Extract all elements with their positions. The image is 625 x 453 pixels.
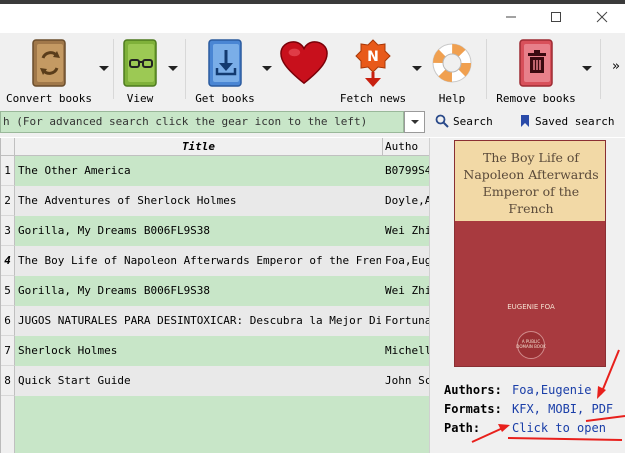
row-title: The Boy Life of Napoleon Afterwards Empe… xyxy=(18,254,381,267)
title-bar xyxy=(0,0,625,33)
view-glasses-icon xyxy=(115,36,165,90)
authors-row: Authors: Foa,Eugenie xyxy=(444,383,591,397)
table-row[interactable]: 5 Gorilla, My Dreams B006FL9S38 Wei Zhi xyxy=(1,276,429,306)
remove-books-button[interactable]: Remove books xyxy=(494,36,578,106)
authors-label: Authors: xyxy=(444,383,502,397)
row-author: Wei Zhi xyxy=(385,224,429,237)
book-cover-image[interactable]: The Boy Life of Napoleon Afterwards Empe… xyxy=(454,140,606,367)
close-icon[interactable] xyxy=(587,6,617,28)
row-title: Gorilla, My Dreams B006FL9S38 xyxy=(18,284,211,297)
row-author: Fortuna xyxy=(385,314,429,327)
search-icon xyxy=(435,114,449,128)
row-number: 5 xyxy=(1,276,15,306)
remove-books-icon xyxy=(511,36,561,90)
view-button[interactable]: View xyxy=(115,36,165,106)
row-author: B0799S4 xyxy=(385,164,429,177)
convert-books-icon xyxy=(24,36,74,90)
help-label: Help xyxy=(438,92,466,105)
help-lifebuoy-icon xyxy=(427,36,477,90)
table-row[interactable]: 6 JUGOS NATURALES PARA DESINTOXICAR: Des… xyxy=(1,306,429,336)
view-label: View xyxy=(126,92,154,105)
bookmark-icon xyxy=(521,115,529,127)
search-button-label: Search xyxy=(453,114,493,128)
get-books-icon xyxy=(200,36,250,90)
row-number-gutter xyxy=(1,396,15,453)
get-books-dropdown-icon[interactable] xyxy=(262,63,272,73)
row-number: 4 xyxy=(1,246,15,276)
table-row[interactable]: 8 Quick Start Guide John Sc xyxy=(1,366,429,396)
help-button[interactable]: Help xyxy=(427,36,477,106)
row-number: 6 xyxy=(1,306,15,336)
search-bar: h (For advanced search click the gear ic… xyxy=(0,107,625,137)
row-number-header xyxy=(1,138,15,156)
row-author: Doyle,A xyxy=(385,194,429,207)
fetch-news-icon: N xyxy=(348,36,398,90)
convert-books-dropdown-icon[interactable] xyxy=(99,63,109,73)
row-author: Foa,Eug xyxy=(385,254,429,267)
remove-books-label: Remove books xyxy=(496,92,576,105)
path-open-link[interactable]: Click to open xyxy=(512,421,606,435)
donate-heart-button[interactable] xyxy=(276,36,332,106)
main-toolbar: Convert books View Get books N Fetch new… xyxy=(0,33,625,107)
toolbar-separator xyxy=(185,39,186,99)
title-column-header[interactable]: Title xyxy=(15,138,383,156)
cover-author: EUGENIE FOA xyxy=(507,303,555,311)
maximize-icon[interactable] xyxy=(541,6,571,28)
saved-search-label: Saved search xyxy=(535,114,615,128)
get-books-label: Get books xyxy=(195,92,255,105)
formats-row: Formats: KFX, MOBI, PDF xyxy=(444,402,613,416)
row-title: The Other America xyxy=(18,164,131,177)
row-author: Wei Zhi xyxy=(385,284,429,297)
cover-seal-text: A PUBLIC DOMAIN BOOK xyxy=(516,339,546,349)
toolbar-separator xyxy=(113,39,114,99)
path-row: Path: Click to open xyxy=(444,421,606,435)
search-history-dropdown[interactable] xyxy=(404,111,425,133)
get-books-button[interactable]: Get books xyxy=(190,36,260,106)
saved-search-button[interactable]: Saved search xyxy=(519,114,614,128)
row-author: John Sc xyxy=(385,374,429,387)
book-list-table: Title Autho 1 The Other America B0799S4 … xyxy=(0,138,429,453)
heart-icon xyxy=(279,36,329,90)
table-row[interactable]: 2 The Adventures of Sherlock Holmes Doyl… xyxy=(1,186,429,216)
row-title: Quick Start Guide xyxy=(18,374,131,387)
title-bar-top-edge xyxy=(0,0,625,4)
svg-text:N: N xyxy=(367,49,379,65)
search-button[interactable]: Search xyxy=(435,114,493,128)
row-number: 8 xyxy=(1,366,15,396)
row-title: Sherlock Holmes xyxy=(18,344,118,357)
table-row[interactable]: 1 The Other America B0799S4 xyxy=(1,156,429,186)
convert-books-button[interactable]: Convert books xyxy=(4,36,94,106)
row-author: Michell xyxy=(385,344,429,357)
formats-label: Formats: xyxy=(444,402,502,416)
chevron-down-icon xyxy=(410,120,419,124)
convert-books-label: Convert books xyxy=(5,92,93,105)
author-column-header[interactable]: Autho xyxy=(383,138,429,156)
row-title: JUGOS NATURALES PARA DESINTOXICAR: Descu… xyxy=(18,314,381,327)
table-row[interactable]: 7 Sherlock Holmes Michell xyxy=(1,336,429,366)
row-number: 7 xyxy=(1,336,15,366)
formats-links[interactable]: KFX, MOBI, PDF xyxy=(512,402,613,416)
toolbar-more-button[interactable]: » xyxy=(612,59,620,74)
row-number: 3 xyxy=(1,216,15,246)
authors-link[interactable]: Foa,Eugenie xyxy=(512,383,591,397)
table-header: Title Autho xyxy=(1,138,429,156)
search-input[interactable]: h (For advanced search click the gear ic… xyxy=(0,111,404,133)
fetch-news-label: Fetch news xyxy=(339,92,407,105)
book-details-panel: The Boy Life of Napoleon Afterwards Empe… xyxy=(429,138,625,453)
row-number: 2 xyxy=(1,186,15,216)
cover-title: The Boy Life of Napoleon Afterwards Empe… xyxy=(463,150,599,216)
toolbar-separator xyxy=(600,39,601,99)
path-label: Path: xyxy=(444,421,481,435)
fetch-news-dropdown-icon[interactable] xyxy=(412,63,422,73)
row-title: The Adventures of Sherlock Holmes xyxy=(18,194,237,207)
fetch-news-button[interactable]: N Fetch news xyxy=(340,36,406,106)
table-row[interactable]: 3 Gorilla, My Dreams B006FL9S38 Wei Zhi xyxy=(1,216,429,246)
row-number: 1 xyxy=(1,156,15,186)
toolbar-separator xyxy=(486,39,487,99)
row-title: Gorilla, My Dreams B006FL9S38 xyxy=(18,224,211,237)
view-dropdown-icon[interactable] xyxy=(168,63,178,73)
remove-books-dropdown-icon[interactable] xyxy=(582,63,592,73)
table-row-current[interactable]: 4 The Boy Life of Napoleon Afterwards Em… xyxy=(1,246,429,276)
minimize-icon[interactable] xyxy=(496,6,526,28)
